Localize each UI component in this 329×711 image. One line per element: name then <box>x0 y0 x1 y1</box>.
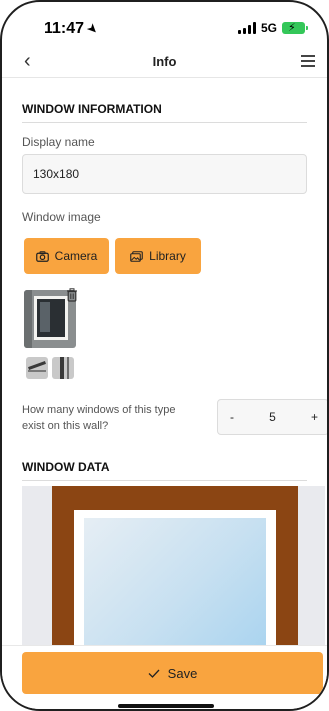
phone-screen: 11:47➤ 5G ⚡ ‹ Info WINDOW INFORMATION Di… <box>0 0 329 711</box>
status-time: 11:47 <box>44 20 85 37</box>
home-indicator <box>118 704 214 708</box>
library-label: Library <box>149 249 186 263</box>
signal-icon <box>237 22 256 34</box>
window-data-header: WINDOW DATA <box>22 460 307 481</box>
window-photo-thumbnail-small[interactable] <box>52 357 74 379</box>
nav-bar: ‹ Info <box>2 48 327 78</box>
decrement-button[interactable]: - <box>230 410 234 424</box>
window-count-value: 5 <box>269 410 276 424</box>
page-title: Info <box>152 54 177 69</box>
camera-button[interactable]: Camera <box>24 238 109 274</box>
network-type: 5G <box>260 21 277 35</box>
battery-icon: ⚡ <box>282 22 308 34</box>
window-count-question: How many windows of this type exist on t… <box>22 404 176 432</box>
display-name-input[interactable]: 130x180 <box>22 154 307 194</box>
display-name-label: Display name <box>22 135 95 149</box>
window-diagram <box>22 486 325 646</box>
window-photo-thumbnail-small[interactable] <box>26 357 48 379</box>
trash-icon[interactable] <box>66 288 78 302</box>
increment-button[interactable]: + <box>311 410 318 424</box>
image-gallery-icon <box>130 250 143 262</box>
checkmark-icon <box>148 669 160 678</box>
camera-label: Camera <box>54 249 98 263</box>
library-button[interactable]: Library <box>115 238 201 274</box>
status-time-wrap: 11:47➤ <box>44 19 102 38</box>
window-image-label: Window image <box>22 210 101 224</box>
save-button[interactable]: Save <box>22 652 323 694</box>
location-arrow-icon: ➤ <box>83 19 103 38</box>
save-label: Save <box>167 665 198 681</box>
status-bar: 11:47➤ 5G ⚡ <box>2 2 327 48</box>
menu-icon[interactable] <box>301 55 315 70</box>
save-bar: Save <box>2 645 327 709</box>
window-count-stepper[interactable]: - 5 + <box>217 399 327 435</box>
status-indicators: 5G ⚡ <box>237 21 308 35</box>
window-information-header: WINDOW INFORMATION <box>22 102 307 123</box>
camera-icon <box>35 250 49 262</box>
window-glass <box>84 518 266 646</box>
